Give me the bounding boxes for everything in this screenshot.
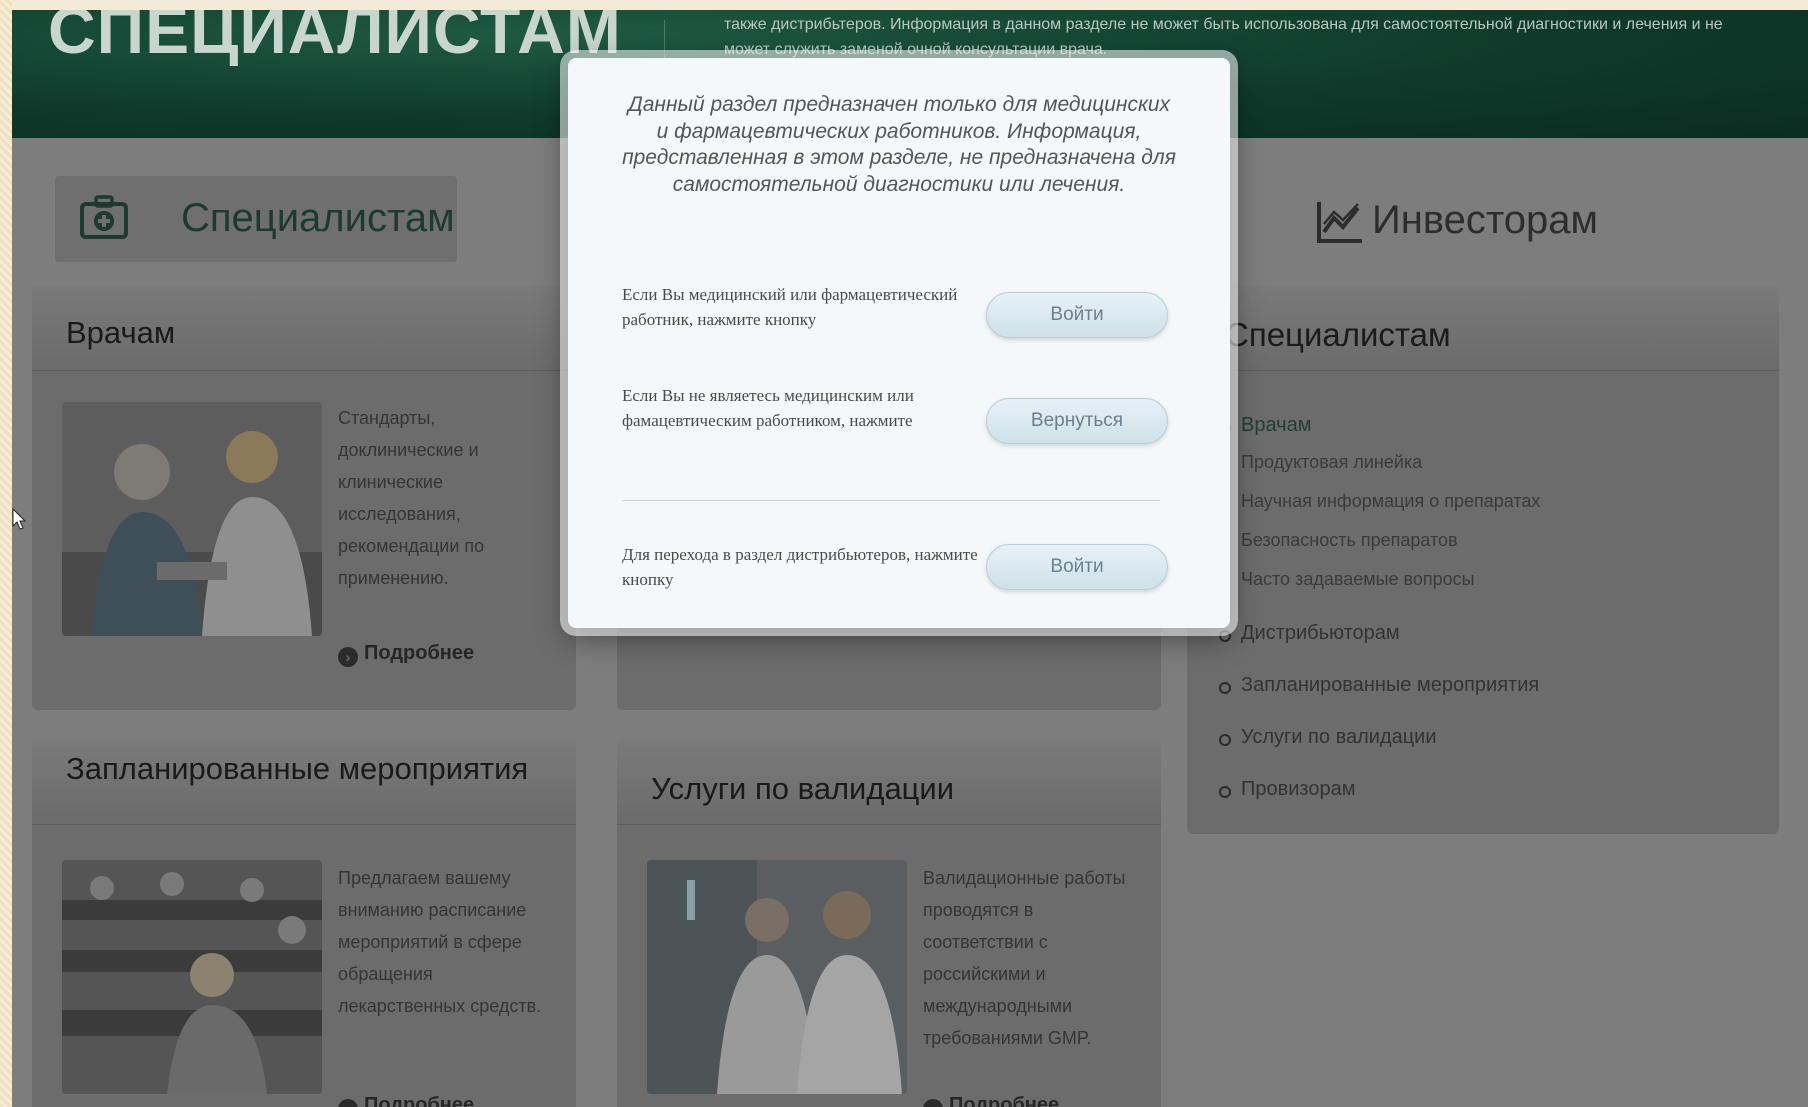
sidebar-item-distributors[interactable]: Дистрибьюторам bbox=[1219, 622, 1540, 674]
sidebar-item-label: Дистрибьюторам bbox=[1241, 622, 1400, 644]
card-description: Стандарты, доклинические и клинические и… bbox=[338, 408, 485, 588]
sidebar-item-doctors[interactable]: Врачам bbox=[1219, 414, 1540, 452]
header-title: СПЕЦИАЛИСТАМ bbox=[48, 10, 622, 67]
modal-notice: Данный раздел предназначен только для ме… bbox=[622, 93, 1176, 196]
card-doctors: Врачам Стандарты, доклинические и клинич… bbox=[32, 286, 576, 710]
sidebar-item-label: Запланированные мероприятия bbox=[1241, 674, 1540, 696]
more-link-label: Подробнее bbox=[364, 1094, 475, 1107]
validation-photo[interactable] bbox=[647, 860, 907, 1094]
sidebar-item-events[interactable]: Запланированные мероприятия bbox=[1219, 674, 1540, 726]
modal-row-text-distributors: Для перехода в раздел дистрибьютеров, на… bbox=[622, 545, 978, 589]
sidebar-list: Врачам Продуктовая линейка Научная инфор… bbox=[1219, 414, 1540, 830]
card-description: Предлагаем вашему вниманию расписание ме… bbox=[338, 868, 542, 1016]
more-link[interactable]: › Подробнее bbox=[338, 1094, 474, 1107]
sidebar-subitem-scientific-info[interactable]: Научная информация о препаратах bbox=[1219, 491, 1540, 530]
doctors-photo[interactable] bbox=[62, 402, 322, 636]
sidebar-title: Специалистам bbox=[1225, 316, 1451, 353]
card-validation: Услуги по валидации Валидационные работы… bbox=[617, 740, 1161, 1107]
card-title: Врачам bbox=[66, 315, 176, 350]
chevron-right-icon: › bbox=[338, 1099, 358, 1107]
sidebar-specialists: Специалистам Врачам Продуктовая линейка … bbox=[1187, 286, 1779, 834]
card-events: Запланированные мероприятия Предлагаем в… bbox=[32, 740, 576, 1107]
tab-specialists-label: Специалистам bbox=[181, 196, 455, 240]
sidebar-subitem-drug-safety[interactable]: Безопасность препаратов bbox=[1219, 530, 1540, 569]
card-header: Запланированные мероприятия bbox=[32, 740, 576, 825]
return-button[interactable]: Вернуться bbox=[986, 398, 1168, 444]
login-button[interactable]: Войти bbox=[986, 292, 1168, 338]
more-link-label: Подробнее bbox=[949, 1094, 1060, 1107]
sidebar-item-pharmacists[interactable]: Провизорам bbox=[1219, 778, 1540, 830]
sidebar-subitem-faq[interactable]: Часто задаваемые вопросы bbox=[1219, 569, 1540, 622]
sidebar-item-validation[interactable]: Услуги по валидации bbox=[1219, 726, 1540, 778]
distributors-login-button[interactable]: Войти bbox=[986, 544, 1168, 590]
sidebar-item-label: Провизорам bbox=[1241, 778, 1356, 800]
chevron-right-icon: › bbox=[338, 647, 358, 667]
events-photo[interactable] bbox=[62, 860, 322, 1094]
card-title: Запланированные мероприятия bbox=[66, 751, 529, 786]
card-description: Валидационные работы проводятся в соотве… bbox=[923, 868, 1126, 1048]
header-note: также дистрибьтеров. Информация в данном… bbox=[724, 16, 1723, 58]
sidebar-header: Специалистам bbox=[1187, 286, 1779, 371]
tab-investors-label: Инвесторам bbox=[1372, 198, 1598, 242]
chevron-right-icon: › bbox=[923, 1099, 943, 1107]
more-link[interactable]: › Подробнее bbox=[923, 1094, 1059, 1107]
sidebar-subitem-product-line[interactable]: Продуктовая линейка bbox=[1219, 452, 1540, 491]
card-header: Услуги по валидации bbox=[617, 740, 1161, 825]
card-header: Врачам bbox=[32, 286, 576, 371]
modal-divider bbox=[622, 500, 1160, 501]
bullet-icon bbox=[1219, 682, 1231, 694]
bullet-icon bbox=[1219, 734, 1231, 746]
left-texture-strip bbox=[0, 0, 12, 1107]
sidebar-item-label: Услуги по валидации bbox=[1241, 726, 1437, 748]
modal-row-text-not-professional: Если Вы не являетесь медицинским или фам… bbox=[622, 386, 914, 430]
access-modal: Данный раздел предназначен только для ме… bbox=[568, 58, 1230, 628]
tab-specialists[interactable]: Специалистам bbox=[55, 176, 457, 262]
mouse-cursor-icon bbox=[12, 508, 27, 530]
chart-line-icon bbox=[1317, 202, 1362, 243]
bullet-icon bbox=[1219, 786, 1231, 798]
sidebar-item-label: Врачам bbox=[1241, 414, 1312, 436]
more-link-label: Подробнее bbox=[364, 642, 475, 664]
medical-bag-icon bbox=[80, 195, 128, 239]
modal-row-text-professional: Если Вы медицинский или фармацевтический… bbox=[622, 285, 958, 329]
card-title: Услуги по валидации bbox=[651, 771, 955, 806]
bullet-icon bbox=[1219, 630, 1231, 642]
more-link[interactable]: › Подробнее bbox=[338, 642, 474, 667]
